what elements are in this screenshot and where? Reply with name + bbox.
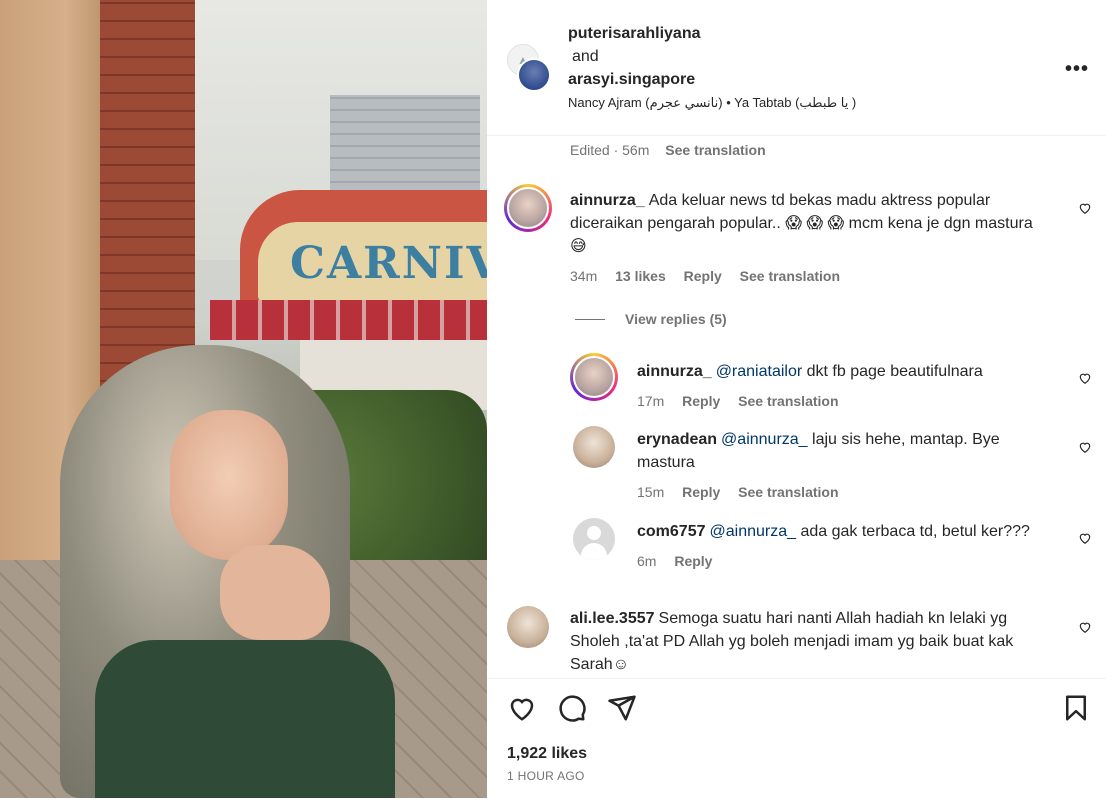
post-video[interactable]: CARNIVA [0,0,487,798]
striped-canopy [210,300,487,340]
green-dress [95,640,395,798]
share-icon[interactable] [607,693,637,723]
woman-face [170,410,288,560]
post-details-panel: ▲ puterisarahliyana and arasyi.singapore… [487,0,1106,799]
post-timestamp[interactable]: 1 HOUR AGO [507,769,585,783]
carnival-sign-text: CARNIVA [290,238,487,289]
comment-username[interactable]: ali.lee.3557 [570,610,655,627]
heart-icon[interactable] [507,693,537,723]
woman-hand [220,545,330,640]
comment-text: ali.lee.3557 Semoga suatu hari nanti Alla… [570,607,1060,676]
comment-item: ali.lee.3557 Semoga suatu hari nanti Alla… [487,0,1106,678]
likes-count[interactable]: 1,922 likes [507,745,587,763]
post-actions-bar: 1,922 likes 1 HOUR AGO [487,678,1106,799]
comment-icon[interactable] [557,693,587,723]
heart-icon[interactable] [1078,620,1092,634]
avatar[interactable] [507,606,549,648]
bookmark-icon[interactable] [1061,693,1091,723]
